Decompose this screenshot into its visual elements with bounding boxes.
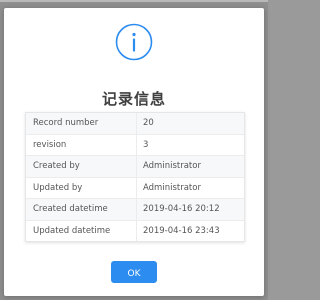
dialog-title: 记录信息	[101, 90, 166, 108]
info-icon	[115, 23, 153, 61]
row-label: Created datetime	[26, 199, 137, 220]
table-row: Updated by Administrator	[26, 177, 244, 199]
row-label: Updated by	[26, 177, 137, 198]
row-label: Created by	[26, 156, 137, 177]
row-value: Administrator	[143, 161, 201, 171]
table-row: Created datetime 2019-04-16 20:12	[26, 199, 244, 221]
record-info-table: Record number 20 revision 3 Created by A…	[25, 112, 245, 242]
record-info-dialog: 记录信息 Record number 20 revision 3 Created…	[4, 8, 264, 296]
row-value: 2019-04-16 20:12	[143, 204, 220, 214]
row-value: Administrator	[143, 182, 201, 193]
ok-button[interactable]: OK	[111, 261, 157, 283]
row-label: revision	[26, 134, 137, 155]
table-row: Record number 20	[26, 113, 244, 135]
row-value: 2019-04-16 23:43	[143, 225, 220, 236]
table-row: Updated datetime 2019-04-16 23:43	[26, 220, 244, 241]
table-row: Created by Administrator	[26, 156, 244, 178]
row-label: Record number	[26, 113, 137, 134]
background-page-edge	[0, 0, 268, 2]
row-value: 3	[143, 139, 149, 150]
table-row: revision 3	[26, 134, 244, 156]
row-label: Updated datetime	[26, 220, 137, 241]
row-value: 20	[143, 118, 154, 128]
